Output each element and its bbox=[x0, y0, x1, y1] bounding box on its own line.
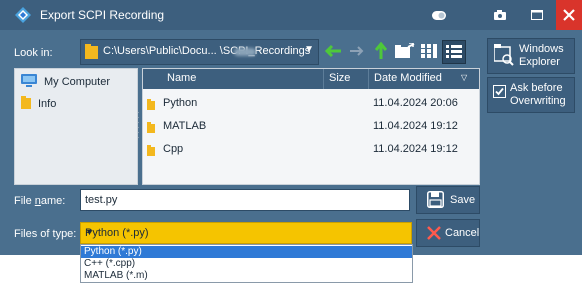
dropdown-option-cpp[interactable]: C++ (*.cpp) bbox=[81, 258, 412, 270]
file-date: 11.04.2024 19:12 bbox=[373, 120, 458, 132]
sidebar-item-label: Info bbox=[38, 98, 57, 110]
file-name: Cpp bbox=[163, 143, 184, 155]
folder-icon bbox=[147, 145, 155, 159]
computer-icon bbox=[21, 73, 37, 91]
folder-icon bbox=[147, 99, 155, 113]
cancel-label: Cancel bbox=[445, 227, 480, 239]
file-list-header: Name Size Date Modified ▽ bbox=[143, 69, 479, 89]
file-row[interactable]: Python 11.04.2024 20:06 bbox=[143, 93, 479, 115]
cancel-icon bbox=[427, 226, 441, 243]
options-panel: Windows Explorer Ask before Overwriting bbox=[487, 38, 577, 255]
file-name: MATLAB bbox=[163, 120, 207, 132]
ask-before-label-line1: Ask before bbox=[510, 82, 563, 94]
window-title: Export SCPI Recording bbox=[40, 8, 165, 22]
folder-icon bbox=[21, 96, 31, 112]
toggle-icon[interactable] bbox=[428, 5, 450, 25]
windows-explorer-label-line2: Explorer bbox=[519, 56, 560, 68]
windows-explorer-label-line1: Windows bbox=[519, 43, 564, 55]
look-in-label: Look in: bbox=[14, 47, 53, 59]
file-type-dropdown: Python (*.py) C++ (*.cpp) MATLAB (*.m) bbox=[80, 244, 413, 283]
up-arrow-icon[interactable] bbox=[370, 40, 392, 62]
sidebar-item-label: My Computer bbox=[44, 76, 111, 88]
close-button[interactable] bbox=[556, 0, 582, 30]
list-view-icon[interactable] bbox=[418, 40, 440, 62]
file-name-input[interactable]: test.py bbox=[80, 189, 410, 211]
file-name: Python bbox=[163, 97, 198, 109]
file-date: 11.04.2024 20:06 bbox=[373, 97, 458, 109]
detail-view-icon[interactable] bbox=[442, 40, 466, 64]
sidebar-item-my-computer[interactable]: My Computer bbox=[21, 73, 110, 91]
title-bar: Export SCPI Recording bbox=[0, 0, 582, 30]
ask-before-label-line2: Overwriting bbox=[510, 95, 566, 107]
redacted-path-segment bbox=[234, 48, 256, 56]
file-date: 11.04.2024 19:12 bbox=[373, 143, 458, 155]
cancel-button[interactable]: Cancel bbox=[416, 219, 480, 247]
file-list: Name Size Date Modified ▽ Python 11.04.2… bbox=[142, 68, 480, 185]
sort-descending-icon: ▽ bbox=[461, 73, 468, 82]
app-icon bbox=[15, 7, 31, 23]
dropdown-option-python[interactable]: Python (*.py) bbox=[81, 246, 412, 258]
back-arrow-icon[interactable] bbox=[322, 40, 344, 62]
windows-explorer-button[interactable]: Windows Explorer bbox=[487, 38, 575, 74]
explorer-icon bbox=[493, 44, 514, 69]
file-name-value: test.py bbox=[85, 194, 118, 206]
file-row[interactable]: MATLAB 11.04.2024 19:12 bbox=[143, 116, 479, 138]
column-divider[interactable] bbox=[368, 69, 369, 89]
look-in-path: C:\Users\Public\Docu... \SCPI_Recordings bbox=[103, 45, 311, 57]
file-name-label: File name: bbox=[14, 195, 66, 207]
chevron-down-icon: ▼ bbox=[304, 44, 314, 55]
folder-icon bbox=[147, 122, 155, 136]
panel-splitter[interactable]: · · · · · · bbox=[137, 109, 140, 142]
column-header-size[interactable]: Size bbox=[329, 72, 350, 84]
sidebar-item-info[interactable]: Info bbox=[21, 95, 56, 113]
save-icon bbox=[427, 191, 444, 211]
column-divider[interactable] bbox=[323, 69, 324, 89]
export-dialog: Export SCPI Recording Look in: C:\Users\… bbox=[0, 0, 582, 255]
file-row[interactable]: Cpp 11.04.2024 19:12 bbox=[143, 139, 479, 161]
column-header-name[interactable]: Name bbox=[167, 72, 196, 84]
column-header-date[interactable]: Date Modified bbox=[374, 72, 442, 84]
close-icon bbox=[563, 9, 575, 21]
camera-icon[interactable] bbox=[489, 5, 511, 25]
folder-icon bbox=[85, 44, 98, 62]
save-label: Save bbox=[450, 194, 476, 206]
file-type-select[interactable]: Python (*.py) ▼ bbox=[80, 222, 412, 244]
save-button[interactable]: Save bbox=[416, 186, 480, 214]
places-sidebar: My Computer Info bbox=[14, 68, 138, 185]
chevron-down-icon: ▼ bbox=[85, 227, 94, 237]
forward-arrow-icon[interactable] bbox=[346, 40, 368, 62]
ask-before-overwriting-checkbox[interactable]: Ask before Overwriting bbox=[487, 77, 575, 113]
look-in-combobox[interactable]: C:\Users\Public\Docu... \SCPI_Recordings… bbox=[80, 39, 319, 65]
dropdown-option-matlab[interactable]: MATLAB (*.m) bbox=[81, 270, 412, 282]
checkbox-checked-icon bbox=[493, 85, 506, 98]
maximize-icon[interactable] bbox=[526, 5, 548, 25]
new-folder-icon[interactable] bbox=[394, 40, 416, 62]
file-type-label: Files of type: bbox=[14, 228, 77, 240]
